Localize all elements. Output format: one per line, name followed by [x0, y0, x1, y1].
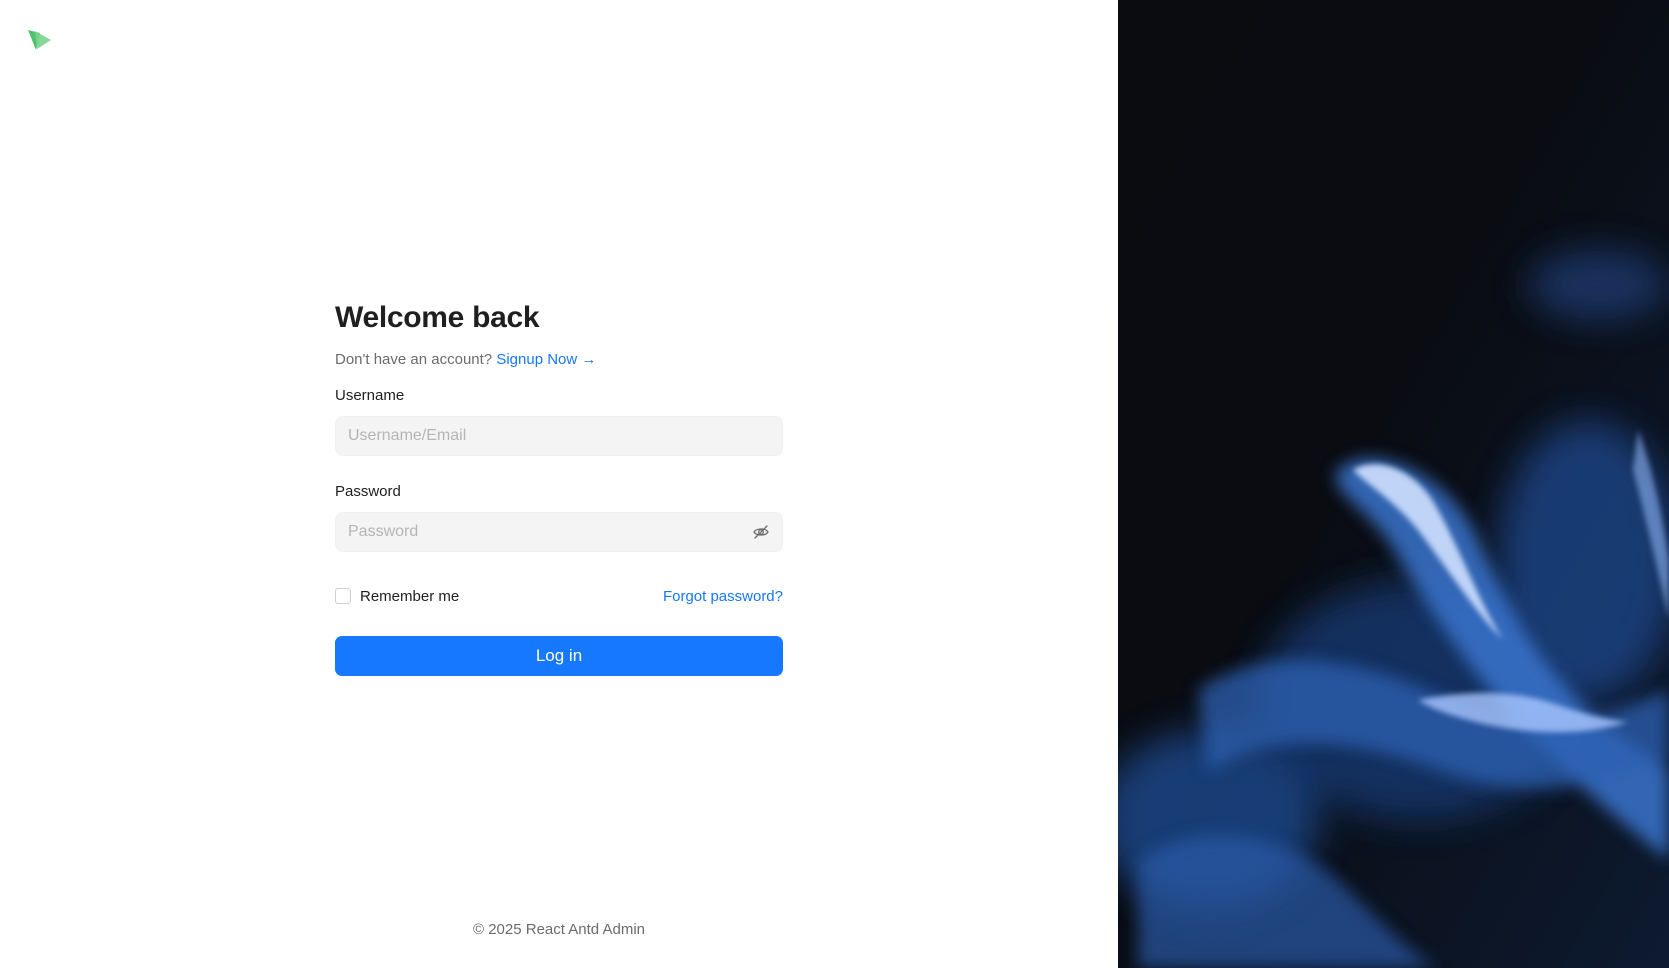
hero-image	[1118, 0, 1669, 968]
username-field[interactable]	[335, 416, 783, 456]
password-field[interactable]	[335, 512, 783, 552]
no-account-text: Don't have an account?	[335, 351, 493, 368]
options-row: Remember me Forgot password?	[335, 584, 783, 608]
signup-prompt: Don't have an account? Signup Now →	[335, 348, 783, 372]
brand-logo-icon[interactable]	[27, 28, 53, 52]
forgot-password-link[interactable]: Forgot password?	[663, 588, 783, 605]
login-form: Welcome back Don't have an account? Sign…	[335, 296, 783, 676]
signup-link[interactable]: Signup Now →	[496, 351, 596, 368]
password-input[interactable]	[348, 523, 752, 541]
remember-me[interactable]: Remember me	[335, 588, 459, 605]
footer-copyright: © 2025 React Antd Admin	[473, 921, 645, 938]
login-button[interactable]: Log in	[335, 636, 783, 676]
eye-invisible-icon[interactable]	[752, 523, 770, 541]
page-title: Welcome back	[335, 301, 540, 334]
remember-checkbox[interactable]	[335, 588, 351, 604]
remember-label: Remember me	[360, 587, 460, 605]
login-page: Welcome back Don't have an account? Sign…	[0, 0, 1669, 968]
username-input[interactable]	[348, 427, 770, 445]
blue-smoke-background	[1118, 0, 1669, 968]
login-panel: Welcome back Don't have an account? Sign…	[0, 0, 1118, 968]
username-label: Username	[335, 387, 405, 404]
password-label: Password	[335, 483, 401, 500]
